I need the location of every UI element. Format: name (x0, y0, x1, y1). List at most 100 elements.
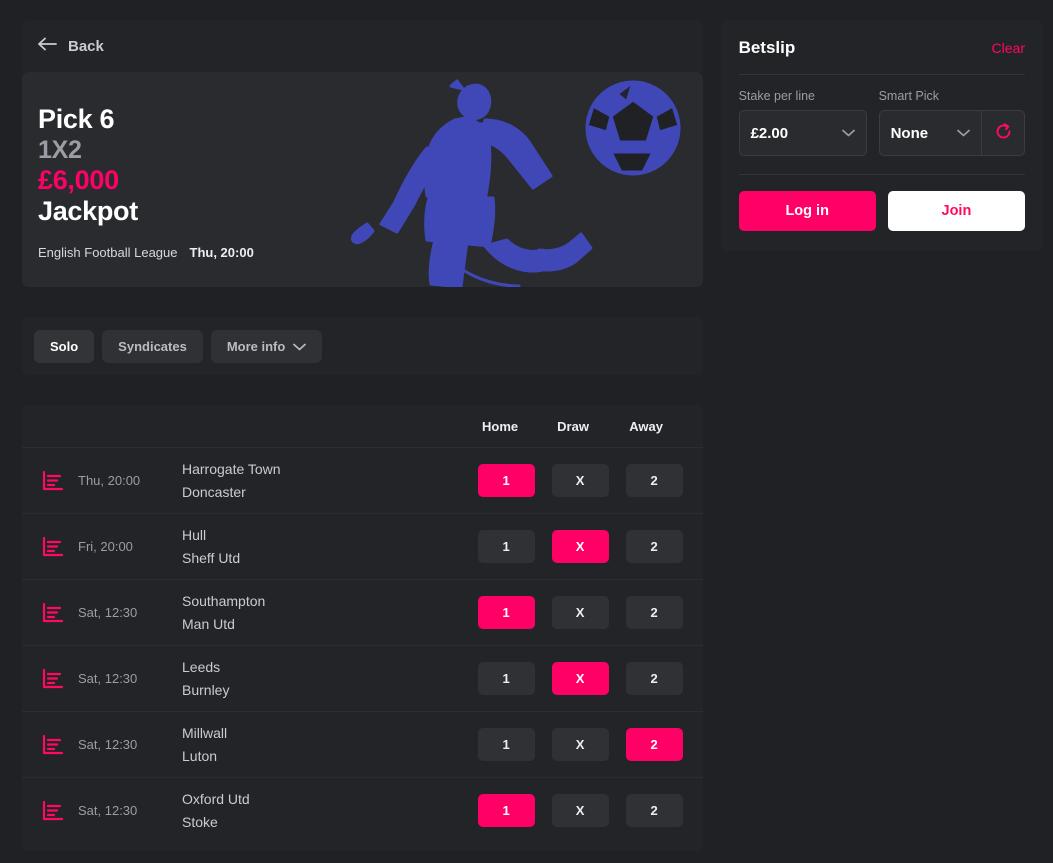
outcome-button-draw[interactable]: X (551, 464, 609, 497)
back-button[interactable]: Back (38, 37, 104, 55)
betslip-title: Betslip (738, 38, 796, 57)
table-row: Fri, 20:00 Hull Sheff Utd 1 X 2 (22, 513, 703, 579)
smart-pick-field: Smart Pick None (878, 89, 1025, 156)
smart-pick-control-group: None (878, 110, 1025, 156)
stake-select[interactable]: £2.00 (738, 110, 867, 156)
hero-meta: English Football League Thu, 20:00 (38, 245, 703, 260)
outcome-button-draw[interactable]: X (551, 662, 609, 695)
outcome-button-away[interactable]: 2 (625, 596, 683, 629)
outcome-button-draw[interactable]: X (551, 728, 609, 761)
away-team-name: Man Utd (182, 616, 235, 632)
smart-pick-select[interactable]: None (878, 110, 981, 156)
betslip-header: Betslip Clear (739, 38, 1025, 74)
tab-syndicates[interactable]: Syndicates (102, 329, 203, 363)
column-header-away: Away (629, 418, 663, 434)
stats-bar-icon[interactable] (42, 668, 64, 690)
betslip-panel: Betslip Clear Stake per line £2.00 Smart… (720, 20, 1043, 251)
away-team-name: Luton (182, 748, 218, 764)
match-table-header: Home Draw Away (22, 405, 703, 447)
match-time: Sat, 12:30 (78, 803, 138, 818)
outcome-button-draw[interactable]: X (551, 794, 609, 827)
hero-subtitle: 1X2 (38, 135, 82, 164)
home-team-name: Harrogate Town (182, 460, 281, 477)
chevron-down-icon (293, 339, 307, 354)
away-team-name: Sheff Utd (182, 550, 241, 566)
column-header-draw: Draw (557, 418, 589, 434)
back-label: Back (68, 37, 104, 55)
outcome-buttons: 1X2 (477, 794, 683, 827)
back-bar: Back (22, 20, 703, 72)
stats-bar-icon[interactable] (42, 470, 64, 492)
table-row: Sat, 12:30 Leeds Burnley 1 X 2 (22, 645, 703, 711)
outcome-buttons: 1X2 (477, 662, 683, 695)
hero-jackpot-amount: £6,000 (38, 164, 119, 195)
outcome-buttons: 1X2 (477, 464, 683, 497)
outcome-button-home[interactable]: 1 (477, 728, 535, 761)
outcome-button-away[interactable]: 2 (625, 794, 683, 827)
away-team-name: Doncaster (182, 484, 246, 500)
join-button[interactable]: Join (887, 191, 1026, 231)
team-names: Harrogate Town Doncaster (162, 459, 478, 503)
smart-pick-label: Smart Pick (878, 89, 940, 103)
home-team-name: Oxford Utd (182, 790, 250, 807)
away-team-name: Burnley (182, 682, 230, 698)
outcome-button-away[interactable]: 2 (625, 530, 683, 563)
outcome-button-home[interactable]: 1 (477, 464, 535, 497)
match-time: Thu, 20:00 (78, 473, 141, 488)
stats-bar-icon[interactable] (42, 536, 64, 558)
outcome-button-away[interactable]: 2 (625, 728, 683, 761)
outcome-button-home[interactable]: 1 (477, 794, 535, 827)
tab-more-info[interactable]: More info (210, 329, 323, 363)
app-root: Back Pick 6 1X2 £6,000 Jackpot English F… (0, 0, 1053, 863)
hero-title: Pick 6 (38, 104, 115, 134)
match-time: Sat, 12:30 (78, 671, 138, 686)
outcome-button-away[interactable]: 2 (625, 464, 683, 497)
outcome-button-draw[interactable]: X (551, 530, 609, 563)
stats-bar-icon[interactable] (42, 734, 64, 756)
tab-more-info-label: More info (226, 338, 286, 354)
tab-solo-label: Solo (50, 338, 79, 354)
team-names: Southampton Man Utd (162, 591, 478, 635)
tab-solo[interactable]: Solo (34, 329, 95, 363)
betslip-column: Betslip Clear Stake per line £2.00 Smart… (720, 20, 1043, 863)
outcome-buttons: 1X2 (477, 596, 683, 629)
outcome-button-away[interactable]: 2 (625, 662, 683, 695)
match-list-panel: Home Draw Away Thu, 20:00 Harrogate Town D… (22, 405, 703, 851)
hero-card: Pick 6 1X2 £6,000 Jackpot English Footba… (22, 72, 703, 287)
match-time: Sat, 12:30 (78, 737, 138, 752)
smart-pick-refresh-button[interactable] (981, 110, 1025, 156)
chevron-down-icon (841, 124, 855, 142)
stake-value: £2.00 (750, 124, 789, 142)
login-button[interactable]: Log in (738, 191, 876, 231)
stake-label: Stake per line (738, 89, 816, 103)
main-column: Back Pick 6 1X2 £6,000 Jackpot English F… (22, 20, 703, 863)
match-time: Fri, 20:00 (78, 539, 133, 554)
hero-kickoff-time: Thu, 20:00 (189, 245, 254, 261)
home-team-name: Southampton (182, 592, 266, 609)
chevron-down-icon (957, 124, 970, 142)
outcome-button-home[interactable]: 1 (477, 530, 535, 563)
outcome-button-home[interactable]: 1 (477, 662, 535, 695)
home-team-name: Millwall (182, 724, 228, 741)
hero-jackpot-label: Jackpot (38, 196, 138, 227)
table-row: Sat, 12:30 Millwall Luton 1 X 2 (22, 711, 703, 777)
team-names: Millwall Luton (162, 723, 478, 767)
outcome-button-draw[interactable]: X (551, 596, 609, 629)
table-row: Sat, 12:30 Oxford Utd Stoke 1 X 2 (22, 777, 703, 843)
outcome-buttons: 1X2 (477, 530, 683, 563)
betslip-fields: Stake per line £2.00 Smart Pick None (738, 89, 1025, 156)
clear-betslip-button[interactable]: Clear (992, 40, 1025, 56)
hero-league-name: English Football League (38, 245, 178, 261)
match-time: Sat, 12:30 (78, 605, 138, 620)
tab-syndicates-label: Syndicates (118, 338, 187, 354)
table-row: Sat, 12:30 Southampton Man Utd 1 X 2 (22, 579, 703, 645)
arrow-left-icon (38, 37, 58, 55)
stats-bar-icon[interactable] (42, 602, 64, 624)
away-team-name: Stoke (182, 814, 218, 830)
hero-text-block: Pick 6 1X2 £6,000 Jackpot English Footba… (22, 72, 703, 260)
column-header-home: Home (482, 418, 519, 434)
stats-bar-icon[interactable] (42, 800, 64, 822)
home-team-name: Leeds (182, 658, 221, 675)
outcome-button-home[interactable]: 1 (477, 596, 535, 629)
outcome-buttons: 1X2 (477, 728, 683, 761)
